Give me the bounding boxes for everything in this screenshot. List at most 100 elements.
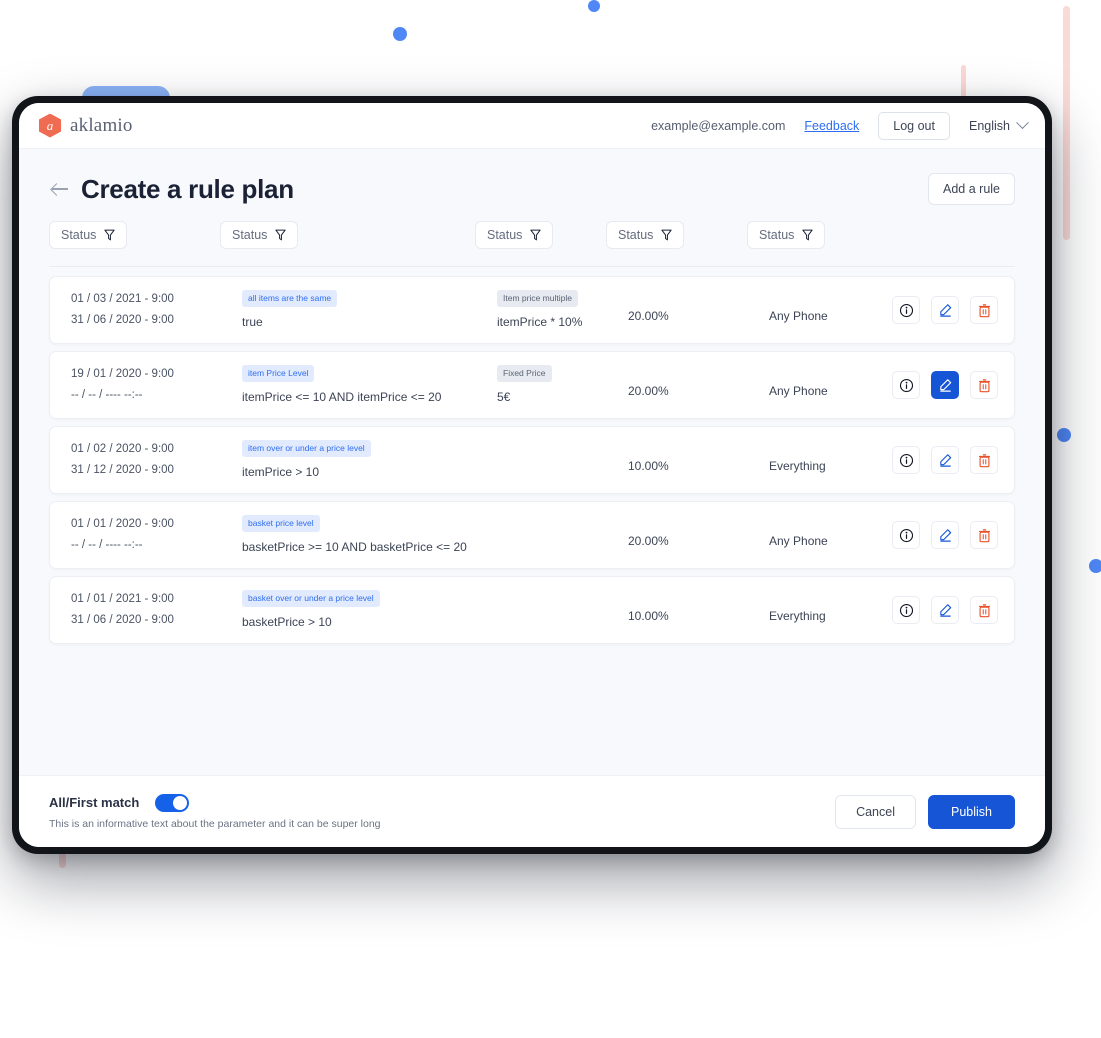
filter-icon (661, 229, 673, 241)
info-icon (899, 453, 913, 467)
row-end-date: 31 / 12 / 2020 - 9:00 (71, 464, 174, 476)
add-rule-button[interactable]: Add a rule (928, 173, 1015, 205)
user-email: example@example.com (651, 118, 786, 133)
edit-icon (939, 603, 951, 617)
edit-icon (939, 453, 951, 467)
info-icon (899, 303, 913, 317)
row-end-date: 31 / 06 / 2020 - 9:00 (71, 614, 174, 626)
row-percentage: 20.00% (628, 384, 669, 398)
footer-bar: All/First match This is an informative t… (19, 775, 1045, 847)
decor-dot-right-upper (1057, 428, 1071, 442)
row-end-date: -- / -- / ---- --:-- (71, 539, 143, 551)
row-start-date: 01 / 01 / 2021 - 9:00 (71, 593, 174, 605)
condition-value: basketPrice > 10 (242, 614, 332, 629)
table-row[interactable]: 01 / 01 / 2020 - 9:00 -- / -- / ---- --:… (49, 501, 1015, 569)
row-actions (892, 596, 998, 624)
edit-button[interactable] (931, 596, 959, 624)
row-reward: Item price multiple itemPrice * 10% (497, 288, 582, 329)
edit-button[interactable] (931, 446, 959, 474)
filter-icon (104, 229, 116, 241)
row-actions (892, 371, 998, 399)
row-condition: item over or under a price level itemPri… (242, 438, 371, 479)
delete-icon (978, 378, 990, 392)
info-button[interactable] (892, 596, 920, 624)
reward-badge: Fixed Price (497, 365, 552, 382)
match-mode-label: All/First match (49, 795, 140, 810)
condition-value: itemPrice <= 10 AND itemPrice <= 20 (242, 389, 442, 404)
condition-value: true (242, 314, 263, 329)
row-dates: 19 / 01 / 2020 - 9:00 -- / -- / ---- --:… (71, 364, 174, 406)
row-scope: Any Phone (769, 534, 828, 548)
decor-dot-top-center (588, 0, 600, 12)
filter-chip-label: Status (487, 228, 523, 242)
delete-button[interactable] (970, 371, 998, 399)
app-screen: a aklamio example@example.com Feedback L… (19, 103, 1045, 847)
filter-icon (802, 229, 814, 241)
delete-button[interactable] (970, 521, 998, 549)
logout-button[interactable]: Log out (878, 111, 950, 140)
feedback-link[interactable]: Feedback (804, 119, 859, 133)
info-button[interactable] (892, 296, 920, 324)
delete-button[interactable] (970, 596, 998, 624)
table-row[interactable]: 19 / 01 / 2020 - 9:00 -- / -- / ---- --:… (49, 351, 1015, 419)
edit-icon (939, 528, 951, 542)
row-dates: 01 / 02 / 2020 - 9:00 31 / 12 / 2020 - 9… (71, 439, 174, 481)
row-scope: Everything (769, 609, 826, 623)
filter-chip-status-5[interactable]: Status (747, 221, 826, 249)
info-icon (899, 528, 913, 542)
cancel-button[interactable]: Cancel (835, 794, 916, 829)
row-start-date: 01 / 03 / 2021 - 9:00 (71, 293, 174, 305)
condition-badge: item Price Level (242, 365, 315, 382)
row-actions (892, 296, 998, 324)
row-end-date: 31 / 06 / 2020 - 9:00 (71, 314, 174, 326)
brand-logo[interactable]: a aklamio (39, 113, 133, 138)
delete-button[interactable] (970, 446, 998, 474)
table-row[interactable]: 01 / 01 / 2021 - 9:00 31 / 06 / 2020 - 9… (49, 576, 1015, 644)
edit-button[interactable] (931, 521, 959, 549)
edit-button[interactable] (931, 371, 959, 399)
row-dates: 01 / 01 / 2020 - 9:00 -- / -- / ---- --:… (71, 514, 174, 556)
delete-button[interactable] (970, 296, 998, 324)
aklamio-hexagon-icon: a (39, 113, 61, 138)
condition-badge: basket over or under a price level (242, 590, 380, 607)
decor-dot-right-lower (1089, 559, 1101, 573)
edit-icon (939, 303, 951, 317)
info-button[interactable] (892, 521, 920, 549)
row-condition: item Price Level itemPrice <= 10 AND ite… (242, 363, 441, 404)
reward-value: itemPrice * 10% (497, 314, 583, 329)
row-percentage: 10.00% (628, 459, 669, 473)
delete-icon (978, 603, 990, 617)
filter-icon (530, 229, 542, 241)
filter-chip-label: Status (232, 228, 268, 242)
filter-chip-status-4[interactable]: Status (606, 221, 685, 249)
table-row[interactable]: 01 / 03 / 2021 - 9:00 31 / 06 / 2020 - 9… (49, 276, 1015, 344)
filter-icon (275, 229, 287, 241)
condition-badge: all items are the same (242, 290, 338, 307)
footer-actions: Cancel Publish (835, 794, 1015, 829)
info-button[interactable] (892, 446, 920, 474)
filter-chip-status-1[interactable]: Status (49, 221, 128, 249)
info-button[interactable] (892, 371, 920, 399)
row-percentage: 10.00% (628, 609, 669, 623)
filter-chip-status-3[interactable]: Status (475, 221, 554, 249)
row-scope: Any Phone (769, 384, 828, 398)
filter-bar: Status Status Status Status Status (49, 221, 1015, 267)
filter-chip-label: Status (618, 228, 654, 242)
edit-button[interactable] (931, 296, 959, 324)
language-selector[interactable]: English (969, 116, 1029, 133)
condition-badge: basket price level (242, 515, 320, 532)
publish-button[interactable]: Publish (928, 794, 1015, 829)
info-icon (899, 603, 913, 617)
filter-chip-status-2[interactable]: Status (220, 221, 299, 249)
chevron-down-icon (1016, 116, 1029, 130)
back-arrow-icon[interactable] (49, 178, 71, 200)
row-start-date: 01 / 01 / 2020 - 9:00 (71, 518, 174, 530)
language-label: English (969, 118, 1010, 133)
row-reward: Fixed Price 5€ (497, 363, 552, 404)
table-row[interactable]: 01 / 02 / 2020 - 9:00 31 / 12 / 2020 - 9… (49, 426, 1015, 494)
condition-value: basketPrice >= 10 AND basketPrice <= 20 (242, 539, 467, 554)
match-mode-toggle[interactable] (155, 793, 190, 812)
condition-value: itemPrice > 10 (242, 464, 320, 479)
top-navigation-actions: example@example.com Feedback Log out Eng… (651, 111, 1029, 140)
parameter-help-text: This is an informative text about the pa… (49, 817, 381, 830)
